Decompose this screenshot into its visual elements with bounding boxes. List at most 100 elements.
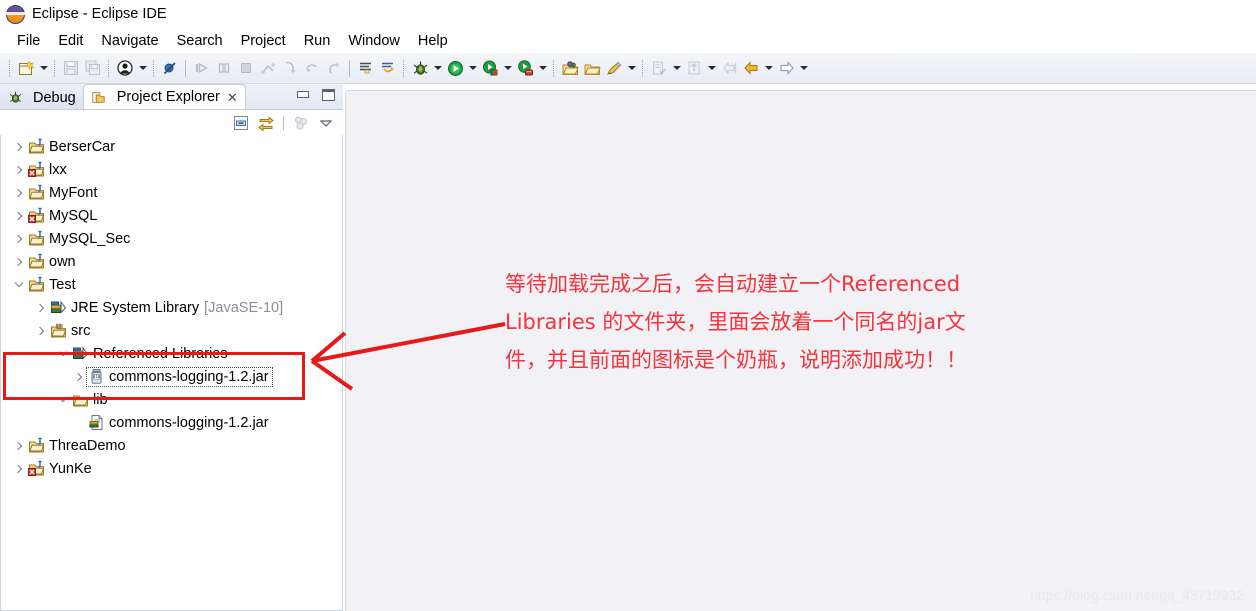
tree-item-own[interactable]: own xyxy=(1,250,342,273)
title-bar: Eclipse - Eclipse IDE xyxy=(0,0,1256,28)
open-task-dropdown-arrow[interactable] xyxy=(670,57,683,79)
step-over-icon[interactable] xyxy=(301,57,323,79)
minimize-button[interactable] xyxy=(295,88,310,101)
expand-arrow-icon[interactable] xyxy=(11,204,27,227)
previous-annotation-icon[interactable] xyxy=(377,57,399,79)
expand-arrow-icon[interactable] xyxy=(33,319,49,342)
collapse-arrow-icon[interactable] xyxy=(55,342,71,365)
save-all-icon[interactable] xyxy=(82,57,104,79)
expand-arrow-icon[interactable] xyxy=(11,158,27,181)
main-area: Debug Project Explorer ✕ BerserCar lxx M… xyxy=(0,84,1256,611)
java-project-icon xyxy=(27,138,45,156)
expand-arrow-icon[interactable] xyxy=(11,434,27,457)
tree-item-commons-logging-jar-referenced[interactable]: 010 commons-logging-1.2.jar xyxy=(1,365,342,388)
debug-icon[interactable] xyxy=(409,57,431,79)
tree-item-referenced-libraries[interactable]: Referenced Libraries xyxy=(1,342,342,365)
external-tools-icon[interactable] xyxy=(514,57,536,79)
disconnect-icon[interactable] xyxy=(257,57,279,79)
menu-edit[interactable]: Edit xyxy=(49,31,92,51)
back-to-icon[interactable] xyxy=(718,57,740,79)
new-java-class-icon[interactable] xyxy=(603,57,625,79)
open-type-icon[interactable] xyxy=(581,57,603,79)
tree-item-src[interactable]: src xyxy=(1,319,342,342)
menu-navigate[interactable]: Navigate xyxy=(92,31,167,51)
suspend-icon[interactable] xyxy=(213,57,235,79)
focus-on-active-task-icon[interactable] xyxy=(292,114,310,132)
new-java-class-dropdown-arrow[interactable] xyxy=(625,57,638,79)
expand-arrow-icon[interactable] xyxy=(11,227,27,250)
resume-icon[interactable] xyxy=(191,57,213,79)
tree-item-test[interactable]: Test xyxy=(1,273,342,296)
tree-item-mysql-sec[interactable]: MySQL_Sec xyxy=(1,227,342,250)
main-toolbar xyxy=(0,53,1256,84)
next-annotation-icon[interactable] xyxy=(355,57,377,79)
coverage-icon[interactable] xyxy=(479,57,501,79)
menu-search[interactable]: Search xyxy=(168,31,232,51)
user-profile-dropdown-arrow[interactable] xyxy=(136,57,149,79)
menu-file[interactable]: File xyxy=(8,31,49,51)
tree-item-threademo[interactable]: ThreaDemo xyxy=(1,434,342,457)
skip-all-breakpoints-icon[interactable] xyxy=(159,57,181,79)
expand-arrow-icon[interactable] xyxy=(11,250,27,273)
selected-item-wrapper[interactable]: 010 commons-logging-1.2.jar xyxy=(86,366,273,387)
tree-item-yunke[interactable]: YunKe xyxy=(1,457,342,480)
new-java-package-icon[interactable] xyxy=(559,57,581,79)
collapse-all-icon[interactable] xyxy=(232,114,250,132)
tree-item-bersercar[interactable]: BerserCar xyxy=(1,135,342,158)
close-icon[interactable]: ✕ xyxy=(227,91,238,104)
menu-window[interactable]: Window xyxy=(339,31,409,51)
activate-task-icon[interactable] xyxy=(683,57,705,79)
tree-item-lxx[interactable]: lxx xyxy=(1,158,342,181)
tree-item-label: commons-logging-1.2.jar xyxy=(109,414,269,431)
toolbar-separator xyxy=(153,59,155,77)
forward-icon[interactable] xyxy=(775,57,797,79)
new-wizard-dropdown-arrow[interactable] xyxy=(37,57,50,79)
java-project-icon xyxy=(27,161,45,179)
new-wizard-icon[interactable] xyxy=(15,57,37,79)
jre-library-icon xyxy=(49,299,67,317)
debug-dropdown-arrow[interactable] xyxy=(431,57,444,79)
menu-help[interactable]: Help xyxy=(409,31,457,51)
expand-arrow-icon[interactable] xyxy=(11,457,27,480)
collapse-arrow-icon[interactable] xyxy=(11,273,27,296)
tree-item-label: commons-logging-1.2.jar xyxy=(109,368,269,385)
menu-run[interactable]: Run xyxy=(295,31,340,51)
expand-arrow-icon[interactable] xyxy=(11,135,27,158)
expand-arrow-icon[interactable] xyxy=(33,296,49,319)
open-task-icon[interactable] xyxy=(648,57,670,79)
tab-debug[interactable]: Debug xyxy=(0,86,83,109)
tree-item-label: lxx xyxy=(49,161,67,178)
step-into-icon[interactable] xyxy=(279,57,301,79)
expand-arrow-icon[interactable] xyxy=(11,181,27,204)
source-folder-icon xyxy=(49,322,67,340)
back-dropdown-arrow[interactable] xyxy=(762,57,775,79)
coverage-dropdown-arrow[interactable] xyxy=(501,57,514,79)
step-return-icon[interactable] xyxy=(323,57,345,79)
tree-item-label: MyFont xyxy=(49,184,98,201)
save-icon[interactable] xyxy=(60,57,82,79)
run-dropdown-arrow[interactable] xyxy=(466,57,479,79)
java-project-icon xyxy=(27,253,45,271)
user-profile-icon[interactable] xyxy=(114,57,136,79)
link-with-editor-icon[interactable] xyxy=(257,114,275,132)
terminate-icon[interactable] xyxy=(235,57,257,79)
tree-item-mysql[interactable]: MySQL xyxy=(1,204,342,227)
expand-arrow-icon[interactable] xyxy=(71,365,87,388)
external-tools-dropdown-arrow[interactable] xyxy=(536,57,549,79)
tree-item-myfont[interactable]: MyFont xyxy=(1,181,342,204)
tree-item-commons-logging-jar-lib[interactable]: commons-logging-1.2.jar xyxy=(1,411,342,434)
run-icon[interactable] xyxy=(444,57,466,79)
tree-item-jre-system-library[interactable]: JRE System Library [JavaSE-10] xyxy=(1,296,342,319)
maximize-button[interactable] xyxy=(320,88,335,101)
java-project-icon xyxy=(27,460,45,478)
tab-project-explorer[interactable]: Project Explorer ✕ xyxy=(82,84,246,109)
tree-item-lib[interactable]: lib xyxy=(1,388,342,411)
activate-task-dropdown-arrow[interactable] xyxy=(705,57,718,79)
project-tree[interactable]: BerserCar lxx MyFont MySQL MySQL_Sec own… xyxy=(0,135,343,611)
collapse-arrow-icon[interactable] xyxy=(55,388,71,411)
toolbar-separator xyxy=(553,59,555,77)
back-icon[interactable] xyxy=(740,57,762,79)
forward-dropdown-arrow[interactable] xyxy=(797,57,810,79)
view-menu-icon[interactable] xyxy=(317,114,335,132)
menu-project[interactable]: Project xyxy=(232,31,295,51)
